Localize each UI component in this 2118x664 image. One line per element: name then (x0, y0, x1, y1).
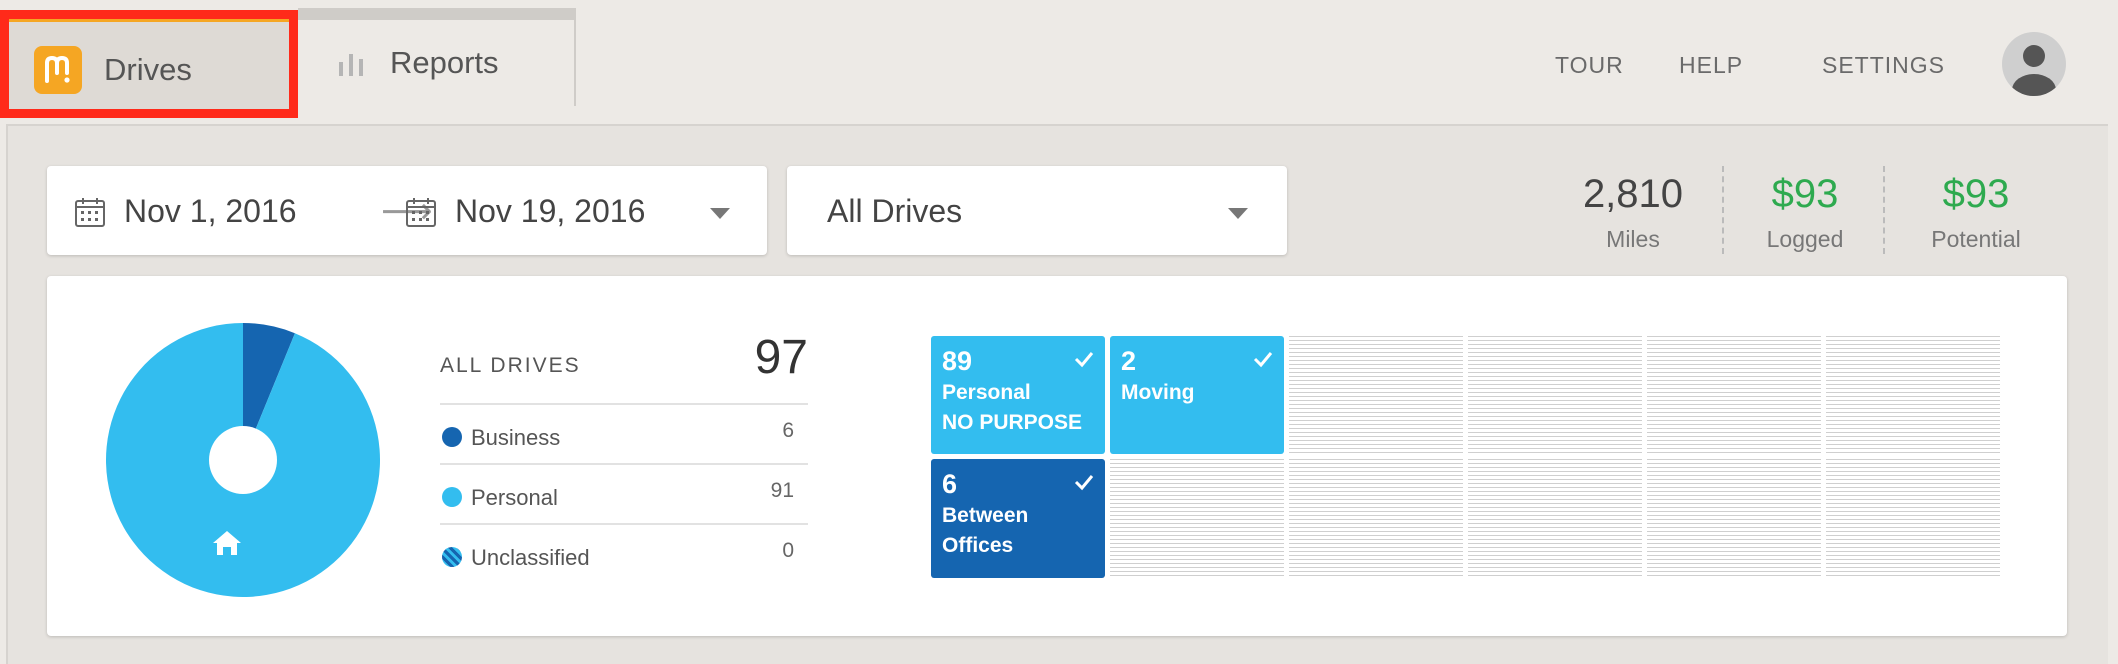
tile-moving[interactable]: 2 Moving (1110, 336, 1284, 454)
stat-logged-label: Logged (1766, 226, 1844, 252)
tour-link[interactable]: TOUR (1555, 52, 1624, 79)
stat-miles: 2,810 Miles (1563, 170, 1703, 253)
pie-center-hole (209, 426, 277, 494)
legend-count: 91 (770, 479, 794, 502)
stat-miles-label: Miles (1606, 226, 1660, 252)
bar-chart-icon (339, 54, 363, 76)
user-avatar-icon[interactable] (2002, 32, 2066, 96)
mileiq-logo-icon (34, 46, 82, 94)
checkmark-icon (1074, 475, 1094, 491)
empty-tile (1647, 336, 1821, 454)
empty-tile (1289, 336, 1463, 454)
legend-label: Unclassified (471, 545, 590, 570)
stat-potential-label: Potential (1931, 226, 2021, 252)
checkmark-icon (1074, 352, 1094, 368)
tile-count: 2 (1121, 346, 1137, 376)
tile-label: Offices (942, 534, 1014, 557)
stat-logged: $93 Logged (1750, 170, 1860, 253)
end-date[interactable]: Nov 19, 2016 (455, 193, 645, 230)
personal-dot-icon (442, 487, 462, 507)
legend-count: 0 (782, 539, 794, 562)
tab-drives[interactable]: Drives (0, 10, 298, 118)
empty-tile (1110, 459, 1284, 578)
stat-potential: $93 Potential (1918, 170, 2034, 253)
stat-divider (1722, 166, 1724, 254)
tab-reports-label: Reports (390, 45, 499, 80)
legend-title: ALL DRIVES (440, 354, 581, 377)
tile-label: Personal (942, 381, 1031, 404)
tile-label: Moving (1121, 381, 1195, 404)
stat-miles-value: 2,810 (1582, 172, 1684, 216)
tile-count: 6 (942, 469, 958, 499)
tile-label: Between (942, 504, 1029, 527)
calendar-icon (406, 198, 436, 227)
settings-link[interactable]: SETTINGS (1822, 52, 1945, 79)
tile-personal-no-purpose[interactable]: 89 Personal NO PURPOSE (931, 336, 1105, 454)
help-link[interactable]: HELP (1679, 52, 1743, 79)
stat-logged-value: $93 (1771, 172, 1839, 216)
drive-classification-pie-chart (106, 323, 380, 597)
legend-row-unclassified[interactable]: Unclassified 0 (440, 523, 808, 583)
empty-tile (1826, 336, 2000, 454)
unclassified-dot-icon (442, 547, 462, 567)
empty-tile (1468, 336, 1642, 454)
drive-filter-value: All Drives (827, 193, 963, 229)
legend-label: Personal (471, 485, 558, 510)
calendar-icon (75, 198, 105, 227)
business-dot-icon (442, 427, 462, 447)
checkmark-icon (1253, 352, 1273, 368)
drive-filter-select[interactable]: All Drives (787, 166, 1287, 255)
tile-between-offices[interactable]: 6 Between Offices (931, 459, 1105, 578)
empty-tile (1468, 459, 1642, 578)
legend-row-personal[interactable]: Personal 91 (440, 463, 808, 523)
legend-row-business[interactable]: Business 6 (440, 403, 808, 463)
chevron-down-icon[interactable] (1228, 208, 1248, 219)
tab-drives-label: Drives (104, 52, 192, 87)
start-date[interactable]: Nov 1, 2016 (124, 193, 297, 230)
stat-potential-value: $93 (1942, 172, 2010, 216)
top-navigation: Drives Reports TOUR HELP SETTINGS (0, 0, 2118, 125)
tile-label: NO PURPOSE (942, 411, 1083, 434)
legend-total: 97 (754, 331, 808, 384)
legend-label: Business (471, 425, 561, 450)
tab-reports[interactable]: Reports (298, 8, 576, 106)
empty-tile (1826, 459, 2000, 578)
chevron-down-icon[interactable] (710, 208, 730, 219)
stat-divider (1883, 166, 1885, 254)
empty-tile (1647, 459, 1821, 578)
tile-count: 89 (942, 346, 973, 376)
empty-tile (1289, 459, 1463, 578)
legend-count: 6 (782, 419, 794, 442)
date-range-picker[interactable]: Nov 1, 2016 ⟶ Nov 19, 2016 (47, 166, 767, 255)
